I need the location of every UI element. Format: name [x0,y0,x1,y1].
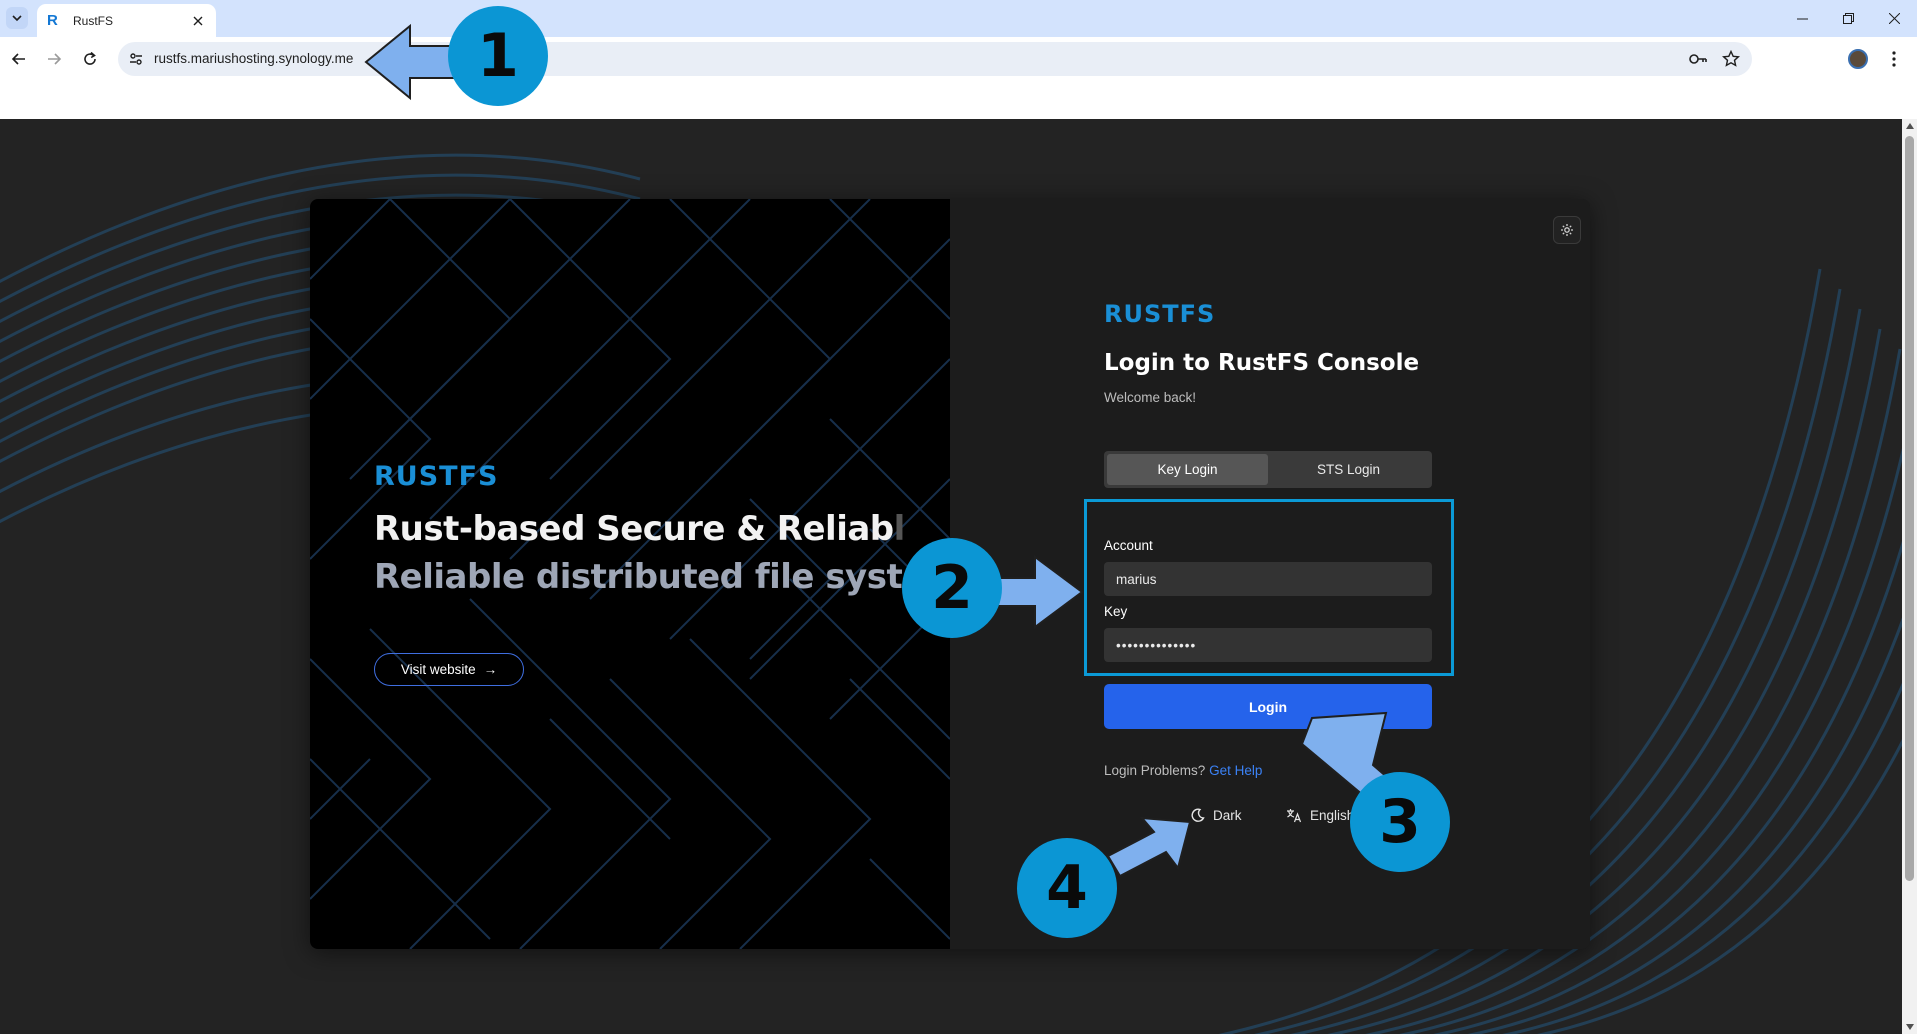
hero-panel: RUSTFS Rust-based Secure & Reliabl Relia… [310,199,950,949]
browser-tab[interactable]: R RustFS [37,4,216,37]
scroll-down-arrow[interactable] [1906,1024,1914,1030]
window-controls [1779,0,1917,37]
minimize-icon [1796,18,1808,20]
login-method-tabs: Key Login STS Login [1104,451,1432,488]
restore-button[interactable] [1825,0,1871,37]
site-info-icon[interactable] [128,51,144,67]
arrow-right-icon: → [483,662,498,677]
get-help-link[interactable]: Get Help [1209,763,1262,778]
browser-tabstrip: R RustFS [0,0,1917,37]
visit-website-label: Visit website [400,662,476,677]
account-input[interactable]: marius [1104,562,1432,596]
theme-label: Dark [1213,808,1242,823]
form-logo: RUSTFS [1104,300,1216,328]
browser-menu-button[interactable] [1884,49,1904,69]
window-close-button[interactable] [1871,0,1917,37]
moon-icon [1191,808,1205,822]
address-bar[interactable]: rustfs.mariushosting.synology.me [118,42,1752,76]
hero-subheadline: Reliable distributed file system [374,557,950,597]
key-label: Key [1104,604,1128,619]
password-key-icon[interactable] [1688,50,1708,68]
hero-headline-part-a: Rust-based [374,509,585,549]
tab-title: RustFS [73,13,114,28]
browser-toolbar: rustfs.mariushosting.synology.me [0,37,1917,81]
close-icon [1888,13,1900,24]
tab-search-button[interactable] [6,7,28,29]
reload-icon [84,51,96,65]
page-viewport: RUSTFS Rust-based Secure & Reliabl Relia… [0,119,1902,1034]
help-text: Login Problems? [1104,763,1206,778]
reload-button[interactable] [76,45,104,73]
bookmark-star-icon[interactable] [1722,50,1740,68]
language-label: English [1310,808,1355,823]
hero-logo: RUSTFS [374,461,499,492]
language-toggle[interactable]: English [1286,808,1354,823]
hero-headline: Rust-based Secure & Reliabl [374,509,905,549]
tab-sts-login[interactable]: STS Login [1268,454,1429,485]
scroll-thumb[interactable] [1905,136,1914,881]
scroll-up-arrow[interactable] [1906,123,1914,129]
gear-icon [1561,224,1573,236]
translate-icon [1287,809,1302,823]
close-icon [193,16,203,25]
theme-toggle[interactable]: Dark [1190,808,1242,823]
key-input[interactable]: •••••••••••••• [1104,628,1432,662]
toolbar-spacer [0,81,1917,119]
login-help: Login Problems? Get Help [1104,763,1262,778]
arrow-left-icon [11,53,25,65]
settings-button[interactable] [1553,216,1581,244]
arrow-right-icon [48,53,62,65]
login-form-panel: RUSTFS Login to RustFS Console Welcome b… [950,199,1590,949]
login-card: RUSTFS Rust-based Secure & Reliabl Relia… [310,199,1590,949]
hero-headline-part-b: Secure & Reliab [596,509,894,549]
profile-avatar[interactable] [1848,49,1868,69]
minimize-button[interactable] [1779,0,1825,37]
login-title: Login to RustFS Console [1104,350,1420,376]
rustfs-favicon-icon: R [47,11,58,29]
visit-website-button[interactable]: Visit website → [374,653,524,686]
back-button[interactable] [5,45,33,73]
login-subtitle: Welcome back! [1104,390,1197,405]
more-vertical-icon [1892,51,1896,67]
account-label: Account [1104,538,1153,553]
tab-key-login[interactable]: Key Login [1107,454,1268,485]
hero-headline-faded: l [893,509,906,549]
chevron-down-icon [12,15,22,22]
forward-button[interactable] [40,45,68,73]
url-text: rustfs.mariushosting.synology.me [154,51,354,66]
login-button[interactable]: Login [1104,684,1432,729]
tab-close-button[interactable] [190,13,206,29]
page-scrollbar[interactable] [1902,119,1917,1034]
restore-icon [1842,13,1854,24]
